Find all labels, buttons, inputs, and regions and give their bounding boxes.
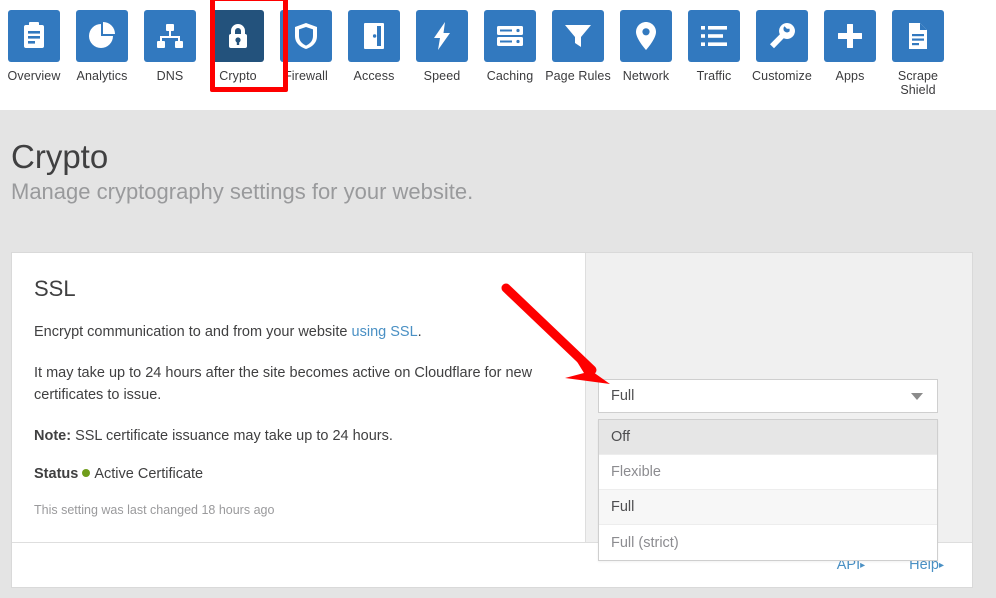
nav-label: Overview bbox=[7, 69, 61, 83]
scroll-gutter bbox=[973, 110, 996, 598]
ssl-status-row: Status Active Certificate bbox=[34, 463, 557, 485]
ssl-mode-selected-value: Full bbox=[611, 388, 635, 404]
using-ssl-link[interactable]: using SSL bbox=[352, 324, 418, 340]
page-header: Crypto Manage cryptography settings for … bbox=[0, 110, 996, 206]
dropdown-option-flexible[interactable]: Flexible bbox=[599, 455, 937, 490]
nav-label: Apps bbox=[835, 69, 865, 83]
lock-icon bbox=[212, 10, 264, 62]
nav-item-apps[interactable]: Apps bbox=[816, 10, 884, 83]
ssl-status-label: Status bbox=[34, 466, 79, 482]
link-arrow-icon: ▸ bbox=[860, 560, 866, 571]
nav-item-crypto[interactable]: Crypto bbox=[204, 10, 272, 83]
page-title: Crypto bbox=[11, 138, 109, 175]
server-icon bbox=[484, 10, 536, 62]
nav-item-page-rules[interactable]: Page Rules bbox=[544, 10, 612, 83]
nav-item-access[interactable]: Access bbox=[340, 10, 408, 83]
funnel-icon bbox=[552, 10, 604, 62]
dropdown-option-full-strict[interactable]: Full (strict) bbox=[599, 525, 937, 560]
nav-label: Firewall bbox=[284, 69, 328, 83]
nav-label: Network bbox=[622, 69, 670, 83]
page-subtitle: Manage cryptography settings for your we… bbox=[11, 179, 474, 204]
ssl-timing-text: It may take up to 24 hours after the sit… bbox=[34, 365, 533, 403]
nav-item-speed[interactable]: Speed bbox=[408, 10, 476, 83]
ssl-mode-select-wrap: Full Off Flexible Full Full (strict) bbox=[598, 379, 938, 561]
nav-label: Scrape Shield bbox=[897, 69, 939, 97]
shield-icon bbox=[280, 10, 332, 62]
plus-icon bbox=[824, 10, 876, 62]
bolt-icon bbox=[416, 10, 468, 62]
nav-item-dns[interactable]: DNS bbox=[136, 10, 204, 83]
nav-label: Analytics bbox=[76, 69, 128, 83]
dropdown-option-full[interactable]: Full bbox=[599, 490, 937, 525]
document-icon bbox=[892, 10, 944, 62]
status-badge-dot bbox=[82, 469, 91, 477]
ssl-mode-dropdown-menu: Off Flexible Full Full (strict) bbox=[598, 419, 938, 561]
ssl-last-changed: This setting was last changed 18 hours a… bbox=[34, 503, 275, 517]
nav-label: Access bbox=[353, 69, 395, 83]
nav-label: Page Rules bbox=[545, 69, 611, 83]
ssl-note-label: Note: bbox=[34, 428, 72, 444]
ssl-heading: SSL bbox=[34, 276, 76, 301]
link-arrow-icon: ▸ bbox=[938, 560, 944, 571]
nav-item-analytics[interactable]: Analytics bbox=[68, 10, 136, 83]
nav-item-firewall[interactable]: Firewall bbox=[272, 10, 340, 83]
nav-label: Crypto bbox=[219, 69, 257, 83]
primary-nav: Overview Analytics DNS Crypto Firewall A… bbox=[0, 0, 996, 110]
nav-item-scrape-shield[interactable]: Scrape Shield bbox=[884, 10, 952, 97]
wrench-icon bbox=[756, 10, 808, 62]
map-pin-icon bbox=[620, 10, 672, 62]
ssl-description-prefix: Encrypt communication to and from your w… bbox=[34, 324, 352, 340]
pie-chart-icon bbox=[76, 10, 128, 62]
ssl-description-suffix: . bbox=[417, 324, 422, 340]
nav-label: Customize bbox=[752, 69, 812, 83]
clipboard-icon bbox=[8, 10, 60, 62]
sitemap-icon bbox=[144, 10, 196, 62]
nav-item-network[interactable]: Network bbox=[612, 10, 680, 83]
ssl-card: SSL Encrypt communication to and from yo… bbox=[11, 252, 973, 588]
nav-item-customize[interactable]: Customize bbox=[748, 10, 816, 83]
dropdown-option-off[interactable]: Off bbox=[599, 420, 937, 455]
chevron-down-icon bbox=[911, 392, 923, 400]
ssl-status-value: Active Certificate bbox=[94, 466, 204, 482]
nav-label: Traffic bbox=[696, 69, 732, 83]
door-icon bbox=[348, 10, 400, 62]
ssl-card-left: SSL Encrypt communication to and from yo… bbox=[12, 253, 586, 542]
ssl-note-text: SSL certificate issuance may take up to … bbox=[71, 428, 393, 444]
ssl-mode-select[interactable]: Full bbox=[598, 379, 938, 413]
nav-label: Caching bbox=[486, 69, 534, 83]
ssl-card-body: SSL Encrypt communication to and from yo… bbox=[12, 253, 972, 561]
nav-item-traffic[interactable]: Traffic bbox=[680, 10, 748, 83]
list-icon bbox=[688, 10, 740, 62]
ssl-note: Note: SSL certificate issuance may take … bbox=[34, 425, 557, 447]
nav-item-overview[interactable]: Overview bbox=[0, 10, 68, 83]
nav-label: Speed bbox=[423, 69, 461, 83]
ssl-description: Encrypt communication to and from your w… bbox=[34, 321, 557, 343]
nav-label: DNS bbox=[156, 69, 184, 83]
nav-item-caching[interactable]: Caching bbox=[476, 10, 544, 83]
ssl-card-right: Full Off Flexible Full Full (strict) bbox=[586, 253, 972, 561]
